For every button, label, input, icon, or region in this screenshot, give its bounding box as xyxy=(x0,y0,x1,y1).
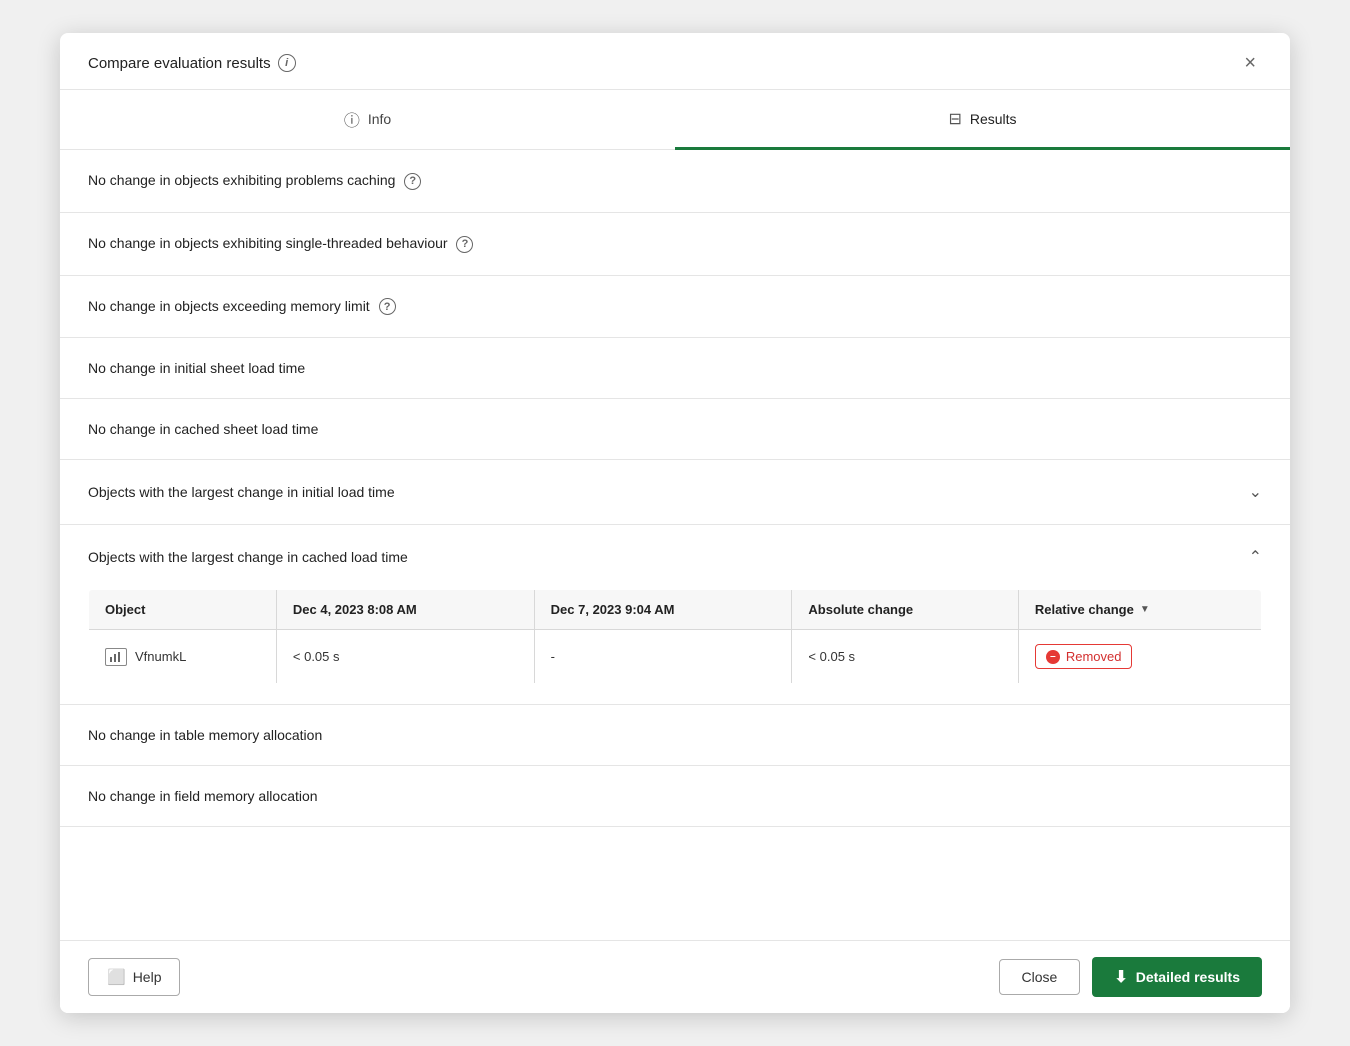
help-external-link-icon: ⬜ xyxy=(107,968,126,986)
section-largest-initial-label: Objects with the largest change in initi… xyxy=(88,484,395,500)
cell-object: VfnumkL xyxy=(89,630,277,684)
tab-info-label: Info xyxy=(368,111,391,127)
section-cached-load-label: No change in cached sheet load time xyxy=(88,421,318,437)
col-date1: Dec 4, 2023 8:08 AM xyxy=(276,590,534,630)
section-problems-caching-label: No change in objects exhibiting problems… xyxy=(88,172,421,190)
section-initial-load[interactable]: No change in initial sheet load time xyxy=(60,338,1290,399)
section-initial-load-label: No change in initial sheet load time xyxy=(88,360,305,376)
sort-desc-icon: ▼ xyxy=(1140,604,1150,615)
section-field-memory[interactable]: No change in field memory allocation xyxy=(60,766,1290,827)
close-button[interactable]: Close xyxy=(999,959,1081,995)
object-chart-icon xyxy=(105,648,127,666)
tab-results[interactable]: ⊟ Results xyxy=(675,91,1290,150)
table-row: VfnumkL < 0.05 s - < 0.05 s – Removed xyxy=(89,630,1262,684)
download-icon: ⬇ xyxy=(1114,967,1127,987)
section-memory-limit[interactable]: No change in objects exceeding memory li… xyxy=(60,276,1290,339)
section-table-memory[interactable]: No change in table memory allocation xyxy=(60,705,1290,766)
section-largest-cached-header[interactable]: Objects with the largest change in cache… xyxy=(60,525,1290,589)
section-cached-load[interactable]: No change in cached sheet load time xyxy=(60,399,1290,460)
section-problems-caching[interactable]: No change in objects exhibiting problems… xyxy=(60,150,1290,213)
help-label: Help xyxy=(133,969,162,985)
dialog-footer: ⬜ Help Close ⬇ Detailed results xyxy=(60,940,1290,1013)
tabs-bar: ⓘ Info ⊟ Results xyxy=(60,90,1290,150)
title-text: Compare evaluation results xyxy=(88,55,271,72)
results-tab-icon: ⊟ xyxy=(948,109,961,129)
section-single-threaded-label: No change in objects exhibiting single-t… xyxy=(88,235,473,253)
compare-evaluation-dialog: Compare evaluation results i × ⓘ Info ⊟ … xyxy=(60,33,1290,1013)
section-single-threaded[interactable]: No change in objects exhibiting single-t… xyxy=(60,213,1290,276)
cached-load-table: Object Dec 4, 2023 8:08 AM Dec 7, 2023 9… xyxy=(88,589,1262,684)
cell-date2: - xyxy=(534,630,792,684)
removed-label: Removed xyxy=(1066,649,1122,664)
removed-dot-icon: – xyxy=(1046,650,1060,664)
memory-limit-help-icon[interactable]: ? xyxy=(379,298,396,315)
close-icon[interactable]: × xyxy=(1238,51,1262,75)
cell-relative: – Removed xyxy=(1018,630,1261,684)
section-field-memory-label: No change in field memory allocation xyxy=(88,788,318,804)
section-table-memory-label: No change in table memory allocation xyxy=(88,727,322,743)
chevron-up-icon: ⌃ xyxy=(1249,547,1262,567)
removed-badge: – Removed xyxy=(1035,644,1133,669)
cell-date1: < 0.05 s xyxy=(276,630,534,684)
title-info-icon[interactable]: i xyxy=(278,54,296,72)
problems-caching-help-icon[interactable]: ? xyxy=(404,173,421,190)
detailed-results-label: Detailed results xyxy=(1136,969,1240,985)
section-largest-cached-label: Objects with the largest change in cache… xyxy=(88,549,408,565)
tab-results-label: Results xyxy=(970,111,1017,127)
col-object: Object xyxy=(89,590,277,630)
footer-actions: Close ⬇ Detailed results xyxy=(999,957,1262,997)
cached-load-table-container: Object Dec 4, 2023 8:08 AM Dec 7, 2023 9… xyxy=(60,589,1290,704)
section-largest-cached: Objects with the largest change in cache… xyxy=(60,525,1290,705)
dialog-content: No change in objects exhibiting problems… xyxy=(60,150,1290,940)
info-tab-icon: ⓘ xyxy=(344,107,360,131)
section-largest-initial[interactable]: Objects with the largest change in initi… xyxy=(60,460,1290,525)
single-threaded-help-icon[interactable]: ? xyxy=(456,236,473,253)
cell-absolute: < 0.05 s xyxy=(792,630,1018,684)
col-relative[interactable]: Relative change ▼ xyxy=(1018,590,1261,630)
tab-info[interactable]: ⓘ Info xyxy=(60,91,675,150)
dialog-header: Compare evaluation results i × xyxy=(60,33,1290,90)
help-button[interactable]: ⬜ Help xyxy=(88,958,180,996)
col-absolute: Absolute change xyxy=(792,590,1018,630)
col-date2: Dec 7, 2023 9:04 AM xyxy=(534,590,792,630)
chevron-down-icon: ⌄ xyxy=(1249,482,1262,502)
detailed-results-button[interactable]: ⬇ Detailed results xyxy=(1092,957,1262,997)
dialog-title: Compare evaluation results i xyxy=(88,54,296,72)
section-memory-limit-label: No change in objects exceeding memory li… xyxy=(88,298,396,316)
object-name: VfnumkL xyxy=(135,649,186,664)
